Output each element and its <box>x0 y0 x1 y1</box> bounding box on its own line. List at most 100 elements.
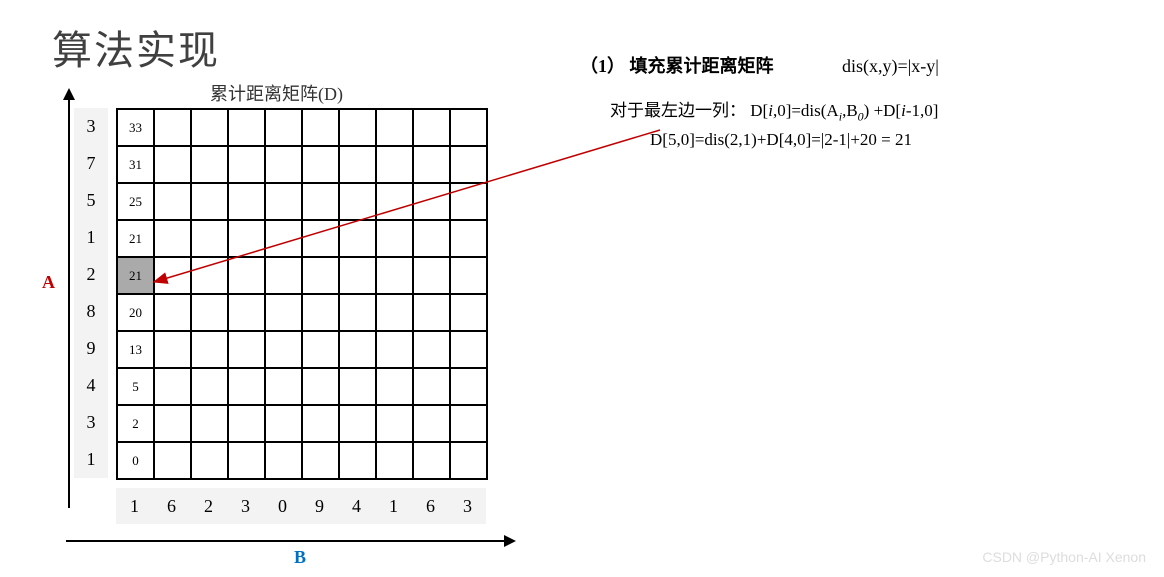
step-title: 填充累计距离矩阵 <box>630 56 774 76</box>
col-headers: 1623094163 <box>116 488 486 524</box>
matrix-cell <box>376 146 413 183</box>
matrix-cell <box>413 257 450 294</box>
y-axis-arrow <box>68 98 70 508</box>
matrix-cell <box>376 331 413 368</box>
recurrence-line: 对于最左边一列： D[i,0]=dis(Ai,B0) +D[i-1,0] <box>610 96 1140 124</box>
matrix-cell <box>265 183 302 220</box>
matrix-cell <box>376 220 413 257</box>
matrix-cell <box>191 109 228 146</box>
matrix-cell <box>228 257 265 294</box>
matrix-cell <box>302 331 339 368</box>
matrix-cell <box>450 331 487 368</box>
matrix-cell <box>154 294 191 331</box>
matrix-cell <box>413 220 450 257</box>
matrix-cell <box>191 442 228 479</box>
matrix-cell: 31 <box>117 146 154 183</box>
matrix-cell <box>265 442 302 479</box>
matrix-cell <box>154 146 191 183</box>
matrix-cell <box>413 368 450 405</box>
matrix-cell <box>376 183 413 220</box>
matrix-cell <box>376 442 413 479</box>
matrix-cell: 5 <box>117 368 154 405</box>
row-header-cell: 2 <box>74 256 108 293</box>
line2-prefix: 对于最左边一列： <box>610 101 746 120</box>
matrix-grid: 33312521212013520 <box>116 108 488 480</box>
matrix-cell <box>339 146 376 183</box>
col-header-cell: 1 <box>116 488 153 524</box>
matrix-cell <box>302 368 339 405</box>
step-line: （1） 填充累计距离矩阵 dis(x,y)=|x-y| <box>580 52 1140 78</box>
matrix-cell: 21 <box>117 257 154 294</box>
line2-formula: D[i,0]=dis(Ai,B0) +D[i-1,0] <box>750 101 938 120</box>
matrix-cell: 0 <box>117 442 154 479</box>
matrix-cell <box>265 146 302 183</box>
matrix-cell <box>265 405 302 442</box>
row-header-cell: 5 <box>74 182 108 219</box>
step-number: （1） <box>580 56 625 76</box>
col-header-cell: 4 <box>338 488 375 524</box>
row-headers: 3751289431 <box>74 108 116 478</box>
matrix-cell <box>450 109 487 146</box>
matrix-cell <box>228 331 265 368</box>
matrix-cell <box>228 442 265 479</box>
matrix-cell <box>191 183 228 220</box>
dis-formula: dis(x,y)=|x-y| <box>842 56 939 76</box>
row-header-cell: 4 <box>74 367 108 404</box>
matrix-cell <box>265 220 302 257</box>
matrix-cell <box>154 183 191 220</box>
matrix-cell <box>450 405 487 442</box>
explanation-block: （1） 填充累计距离矩阵 dis(x,y)=|x-y| 对于最左边一列： D[i… <box>580 52 1140 156</box>
row-header-cell: 8 <box>74 293 108 330</box>
matrix-cell <box>339 294 376 331</box>
matrix-cell <box>265 331 302 368</box>
col-header-cell: 0 <box>264 488 301 524</box>
matrix-cell <box>413 331 450 368</box>
x-axis-arrow <box>66 540 506 542</box>
watermark: CSDN @Python-AI Xenon <box>982 549 1146 565</box>
matrix-cell <box>450 220 487 257</box>
matrix-cell <box>302 146 339 183</box>
matrix-cell: 2 <box>117 405 154 442</box>
matrix-cell <box>265 109 302 146</box>
matrix-cell <box>302 257 339 294</box>
matrix-cell <box>413 183 450 220</box>
col-header-cell: 3 <box>227 488 264 524</box>
col-header-cell: 3 <box>449 488 486 524</box>
matrix-cell <box>191 405 228 442</box>
matrix-cell <box>376 109 413 146</box>
matrix-cell <box>228 109 265 146</box>
matrix-title: 累计距离矩阵(D) <box>210 80 343 106</box>
col-header-cell: 6 <box>412 488 449 524</box>
matrix-cell <box>154 368 191 405</box>
matrix-cell <box>191 220 228 257</box>
matrix-area: 3751289431 33312521212013520 1623094163 <box>74 108 116 478</box>
matrix-cell <box>154 442 191 479</box>
matrix-cell <box>265 294 302 331</box>
matrix-cell <box>450 146 487 183</box>
matrix-cell <box>339 109 376 146</box>
matrix-cell <box>376 405 413 442</box>
row-header-cell: 3 <box>74 404 108 441</box>
matrix-cell <box>191 368 228 405</box>
matrix-cell <box>154 405 191 442</box>
row-header-cell: 9 <box>74 330 108 367</box>
row-header-cell: 7 <box>74 145 108 182</box>
axis-label-b: B <box>294 547 306 568</box>
matrix-cell <box>413 294 450 331</box>
matrix-cell <box>228 294 265 331</box>
matrix-cell <box>450 294 487 331</box>
matrix-cell <box>228 183 265 220</box>
matrix-cell <box>450 183 487 220</box>
row-header-cell: 1 <box>74 219 108 256</box>
matrix-cell: 21 <box>117 220 154 257</box>
matrix-cell <box>339 183 376 220</box>
matrix-cell <box>228 220 265 257</box>
matrix-cell: 20 <box>117 294 154 331</box>
matrix-cell <box>228 146 265 183</box>
matrix-cell <box>154 331 191 368</box>
matrix-cell <box>228 368 265 405</box>
matrix-cell <box>413 442 450 479</box>
matrix-cell <box>339 331 376 368</box>
matrix-cell <box>228 405 265 442</box>
matrix-cell <box>302 442 339 479</box>
